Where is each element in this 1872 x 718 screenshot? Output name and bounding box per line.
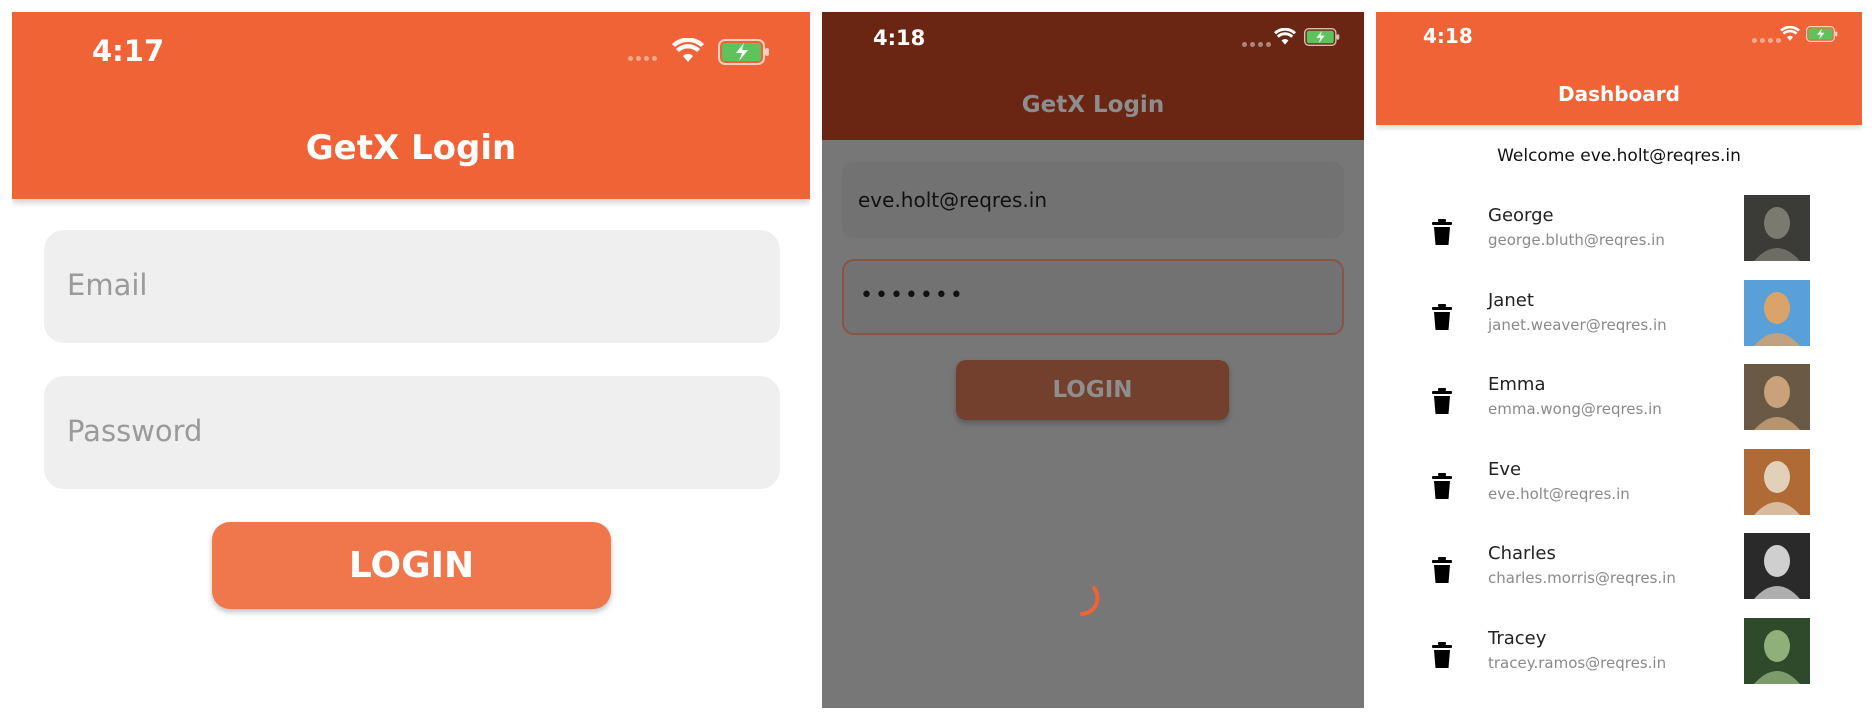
trash-icon[interactable] — [1430, 557, 1454, 583]
user-row: Tracey tracey.ramos@reqres.in — [1376, 617, 1862, 699]
trash-icon[interactable] — [1430, 472, 1454, 499]
user-name: Janet — [1488, 289, 1534, 311]
password-field[interactable]: Password — [44, 376, 780, 489]
user-email: emma.wong@reqres.in — [1488, 400, 1662, 418]
avatar — [1744, 195, 1810, 261]
trash-icon[interactable] — [1430, 641, 1454, 668]
app-bar: 4:18 Dashboard — [1376, 12, 1862, 125]
wifi-icon — [1780, 26, 1800, 41]
cell-signal-icon — [628, 56, 657, 61]
user-row: Eve eve.holt@reqres.in — [1376, 448, 1862, 533]
avatar — [1744, 448, 1810, 515]
app-bar: 4:17 GetX Login — [12, 12, 810, 199]
password-field[interactable]: ••••••• — [842, 259, 1344, 335]
email-field[interactable]: Email — [44, 230, 780, 343]
status-time: 4:17 — [92, 34, 165, 68]
user-row: Janet janet.weaver@reqres.in — [1376, 279, 1862, 364]
avatar — [1744, 533, 1810, 599]
login-screen: 4:17 GetX Login Email Password LOGIN — [12, 12, 810, 702]
user-name: Charles — [1488, 543, 1556, 564]
email-field[interactable]: eve.holt@reqres.in — [842, 162, 1344, 238]
trash-icon[interactable] — [1430, 303, 1454, 330]
dashboard-screen: 4:18 Dashboard Welcome eve.holt@reqres.i… — [1376, 12, 1862, 698]
trash-icon[interactable] — [1430, 219, 1454, 245]
app-title: Dashboard — [1558, 82, 1680, 106]
user-email: charles.morris@reqres.in — [1488, 569, 1676, 587]
user-row: Emma emma.wong@reqres.in — [1376, 364, 1862, 448]
app-title: GetX Login — [1021, 92, 1165, 118]
email-placeholder: Email — [67, 268, 148, 302]
wifi-icon — [672, 38, 704, 62]
user-name: Eve — [1488, 458, 1522, 480]
avatar — [1744, 279, 1810, 346]
welcome-text: Welcome eve.holt@reqres.in — [1497, 146, 1741, 166]
loading-spinner — [1080, 586, 1100, 616]
password-placeholder: Password — [67, 414, 203, 448]
app-title: GetX Login — [305, 128, 517, 168]
cell-signal-icon — [1242, 42, 1271, 47]
login-loading-screen: 4:18 GetX Login eve.holt@reqres.in •••••… — [822, 12, 1364, 708]
status-time: 4:18 — [1423, 24, 1473, 48]
password-value: ••••••• — [860, 283, 965, 308]
trash-icon[interactable] — [1430, 388, 1454, 414]
user-row: Charles charles.morris@reqres.in — [1376, 533, 1862, 617]
user-email: george.bluth@reqres.in — [1488, 231, 1665, 249]
avatar — [1744, 364, 1810, 430]
user-name: Tracey — [1488, 627, 1547, 649]
login-button[interactable]: LOGIN — [212, 522, 611, 609]
user-row: George george.bluth@reqres.in — [1376, 195, 1862, 279]
login-button[interactable]: LOGIN — [956, 360, 1229, 420]
wifi-icon — [1274, 28, 1296, 45]
user-email: janet.weaver@reqres.in — [1488, 315, 1667, 334]
user-email: eve.holt@reqres.in — [1488, 484, 1630, 503]
user-email: tracey.ramos@reqres.in — [1488, 653, 1667, 672]
app-bar: 4:18 GetX Login — [822, 12, 1364, 140]
email-value: eve.holt@reqres.in — [858, 188, 1047, 212]
status-time: 4:18 — [873, 26, 926, 50]
avatar — [1744, 617, 1810, 684]
user-name: George — [1488, 205, 1554, 226]
battery-charging-icon — [718, 39, 769, 65]
cell-signal-icon — [1752, 38, 1781, 43]
user-name: Emma — [1488, 374, 1546, 395]
battery-charging-icon — [1806, 26, 1838, 42]
battery-charging-icon — [1304, 28, 1340, 46]
